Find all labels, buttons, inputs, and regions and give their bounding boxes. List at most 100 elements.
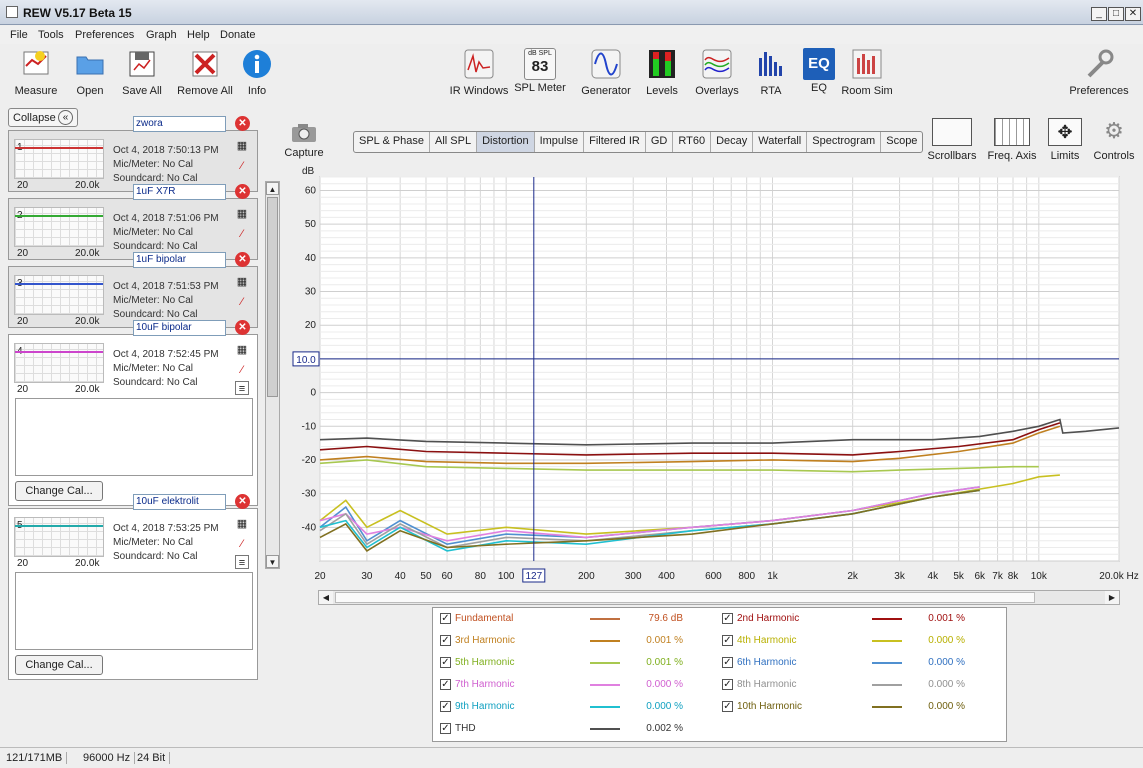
scroll-right-icon[interactable]: ▶ <box>1105 591 1119 604</box>
scroll-up-icon[interactable]: ▲ <box>266 182 279 195</box>
measurement-name-4[interactable]: 10uF bipolar <box>133 320 226 336</box>
notes-textarea[interactable] <box>15 398 253 476</box>
menu-graph[interactable]: Graph <box>146 29 177 41</box>
tab-filtered-ir[interactable]: Filtered IR <box>584 132 646 152</box>
overlays-button[interactable]: Overlays <box>691 48 743 97</box>
measurement-panel-2[interactable]: 1uF X7R ✕ 2 20 20.0k Oct 4, 2018 7:51:06… <box>8 184 258 260</box>
edit-icon[interactable]: ⁄ <box>235 363 249 377</box>
controls-button[interactable]: ⚙ Controls <box>1092 118 1136 162</box>
distortion-chart[interactable]: 6050403020100-10-20-30-40203040506080100… <box>290 163 1143 603</box>
tab-scope[interactable]: Scope <box>881 132 922 152</box>
tab-impulse[interactable]: Impulse <box>535 132 585 152</box>
remove-all-button[interactable]: Remove All <box>176 48 234 97</box>
remove-measurement-icon[interactable]: ✕ <box>235 494 250 509</box>
measurement-thumbnail[interactable]: 2 <box>14 207 104 247</box>
legend-checkbox[interactable]: ✓ <box>440 657 451 668</box>
frequency-scrollbar[interactable]: ◀ ▶ <box>318 590 1120 605</box>
spl-meter-button[interactable]: dB SPL 83 SPL Meter <box>514 48 566 94</box>
change-cal-button[interactable]: Change Cal... <box>15 481 103 501</box>
graph-icon[interactable]: ▦ <box>235 275 249 289</box>
measurements-scrollbar[interactable]: ▲ ▼ <box>265 181 280 569</box>
info-button[interactable]: Info <box>240 48 274 97</box>
menu-file[interactable]: File <box>10 29 28 41</box>
menu-help[interactable]: Help <box>187 29 210 41</box>
edit-icon[interactable]: ⁄ <box>235 537 249 551</box>
tab-rt60[interactable]: RT60 <box>673 132 712 152</box>
measure-button[interactable]: Measure <box>12 48 60 97</box>
tab-decay[interactable]: Decay <box>711 132 754 152</box>
scrollbars-button[interactable]: Scrollbars <box>926 118 978 162</box>
maximize-button[interactable]: □ <box>1108 7 1124 21</box>
change-cal-button[interactable]: Change Cal... <box>15 655 103 675</box>
save-all-button[interactable]: Save All <box>118 48 166 97</box>
tab-gd[interactable]: GD <box>646 132 674 152</box>
legend-item: ✓ 6th Harmonic 0.000 % <box>722 657 992 673</box>
rta-button[interactable]: RTA <box>754 48 788 97</box>
legend-checkbox[interactable]: ✓ <box>440 723 451 734</box>
eq-icon: EQ <box>803 48 835 80</box>
close-button[interactable]: ✕ <box>1125 7 1141 21</box>
open-button[interactable]: Open <box>70 48 110 97</box>
freq-axis-button[interactable]: Freq. Axis <box>985 118 1039 162</box>
tab-spectrogram[interactable]: Spectrogram <box>807 132 882 152</box>
legend-checkbox[interactable]: ✓ <box>440 701 451 712</box>
graph-icon[interactable]: ▦ <box>235 139 249 153</box>
scroll-down-icon[interactable]: ▼ <box>266 555 279 568</box>
notes-textarea[interactable] <box>15 572 253 650</box>
measurement-panel-1[interactable]: zwora ✕ 1 20 20.0k Oct 4, 2018 7:50:13 P… <box>8 116 258 192</box>
graph-icon[interactable]: ▦ <box>235 517 249 531</box>
scroll-left-icon[interactable]: ◀ <box>319 591 333 604</box>
legend-checkbox[interactable]: ✓ <box>722 701 733 712</box>
legend-checkbox[interactable]: ✓ <box>440 679 451 690</box>
measurement-name-5[interactable]: 10uF elektrolit <box>133 494 226 510</box>
tab-waterfall[interactable]: Waterfall <box>753 132 808 152</box>
notes-icon[interactable]: ≡ <box>235 381 249 395</box>
room-sim-button[interactable]: Room Sim <box>840 48 894 97</box>
levels-button[interactable]: Levels <box>642 48 682 97</box>
legend-checkbox[interactable]: ✓ <box>722 679 733 690</box>
remove-measurement-icon[interactable]: ✕ <box>235 320 250 335</box>
legend-checkbox[interactable]: ✓ <box>722 657 733 668</box>
measurement-thumbnail[interactable]: 3 <box>14 275 104 315</box>
preferences-button[interactable]: Preferences <box>1066 48 1132 97</box>
measurement-name-1[interactable]: zwora <box>133 116 226 132</box>
edit-icon[interactable]: ⁄ <box>235 227 249 241</box>
capture-button[interactable]: Capture <box>284 122 324 159</box>
memory-status: 121/171MB <box>6 752 68 764</box>
measurement-thumbnail[interactable]: 1 <box>14 139 104 179</box>
measurement-panel-3[interactable]: 1uF bipolar ✕ 3 20 20.0k Oct 4, 2018 7:5… <box>8 252 258 328</box>
legend-checkbox[interactable]: ✓ <box>440 635 451 646</box>
notes-icon[interactable]: ≡ <box>235 555 249 569</box>
remove-measurement-icon[interactable]: ✕ <box>235 252 250 267</box>
minimize-button[interactable]: _ <box>1091 7 1107 21</box>
menu-donate[interactable]: Donate <box>220 29 255 41</box>
remove-measurement-icon[interactable]: ✕ <box>235 116 250 131</box>
generator-button[interactable]: Generator <box>579 48 633 97</box>
menu-tools[interactable]: Tools <box>38 29 64 41</box>
legend-checkbox[interactable]: ✓ <box>440 613 451 624</box>
tab-spl-phase[interactable]: SPL & Phase <box>354 132 431 152</box>
measurement-name-3[interactable]: 1uF bipolar <box>133 252 226 268</box>
edit-icon[interactable]: ⁄ <box>235 295 249 309</box>
scroll-thumb[interactable] <box>335 592 1035 603</box>
ir-windows-button[interactable]: IR Windows <box>449 48 509 97</box>
legend-checkbox[interactable]: ✓ <box>722 613 733 624</box>
measurement-thumbnail[interactable]: 4 <box>14 343 104 383</box>
edit-icon[interactable]: ⁄ <box>235 159 249 173</box>
graph-icon[interactable]: ▦ <box>235 343 249 357</box>
measurement-panel-5[interactable]: 10uF elektrolit ✕ 5 20 20.0k Oct 4, 2018… <box>8 494 258 680</box>
eq-button[interactable]: EQ EQ <box>803 48 835 94</box>
camera-icon <box>292 124 316 142</box>
tab-all-spl[interactable]: All SPL <box>430 132 478 152</box>
graph-icon[interactable]: ▦ <box>235 207 249 221</box>
tab-distortion[interactable]: Distortion <box>477 132 535 152</box>
measurement-panel-4[interactable]: 10uF bipolar ✕ 4 20 20.0k Oct 4, 2018 7:… <box>8 320 258 506</box>
legend-checkbox[interactable]: ✓ <box>722 635 733 646</box>
collapse-button[interactable]: Collapse « <box>8 108 78 127</box>
measurement-name-2[interactable]: 1uF X7R <box>133 184 226 200</box>
limits-button[interactable]: ✥ Limits <box>1046 118 1084 162</box>
menu-preferences[interactable]: Preferences <box>75 29 134 41</box>
scroll-thumb[interactable] <box>267 197 278 397</box>
remove-measurement-icon[interactable]: ✕ <box>235 184 250 199</box>
measurement-thumbnail[interactable]: 5 <box>14 517 104 557</box>
